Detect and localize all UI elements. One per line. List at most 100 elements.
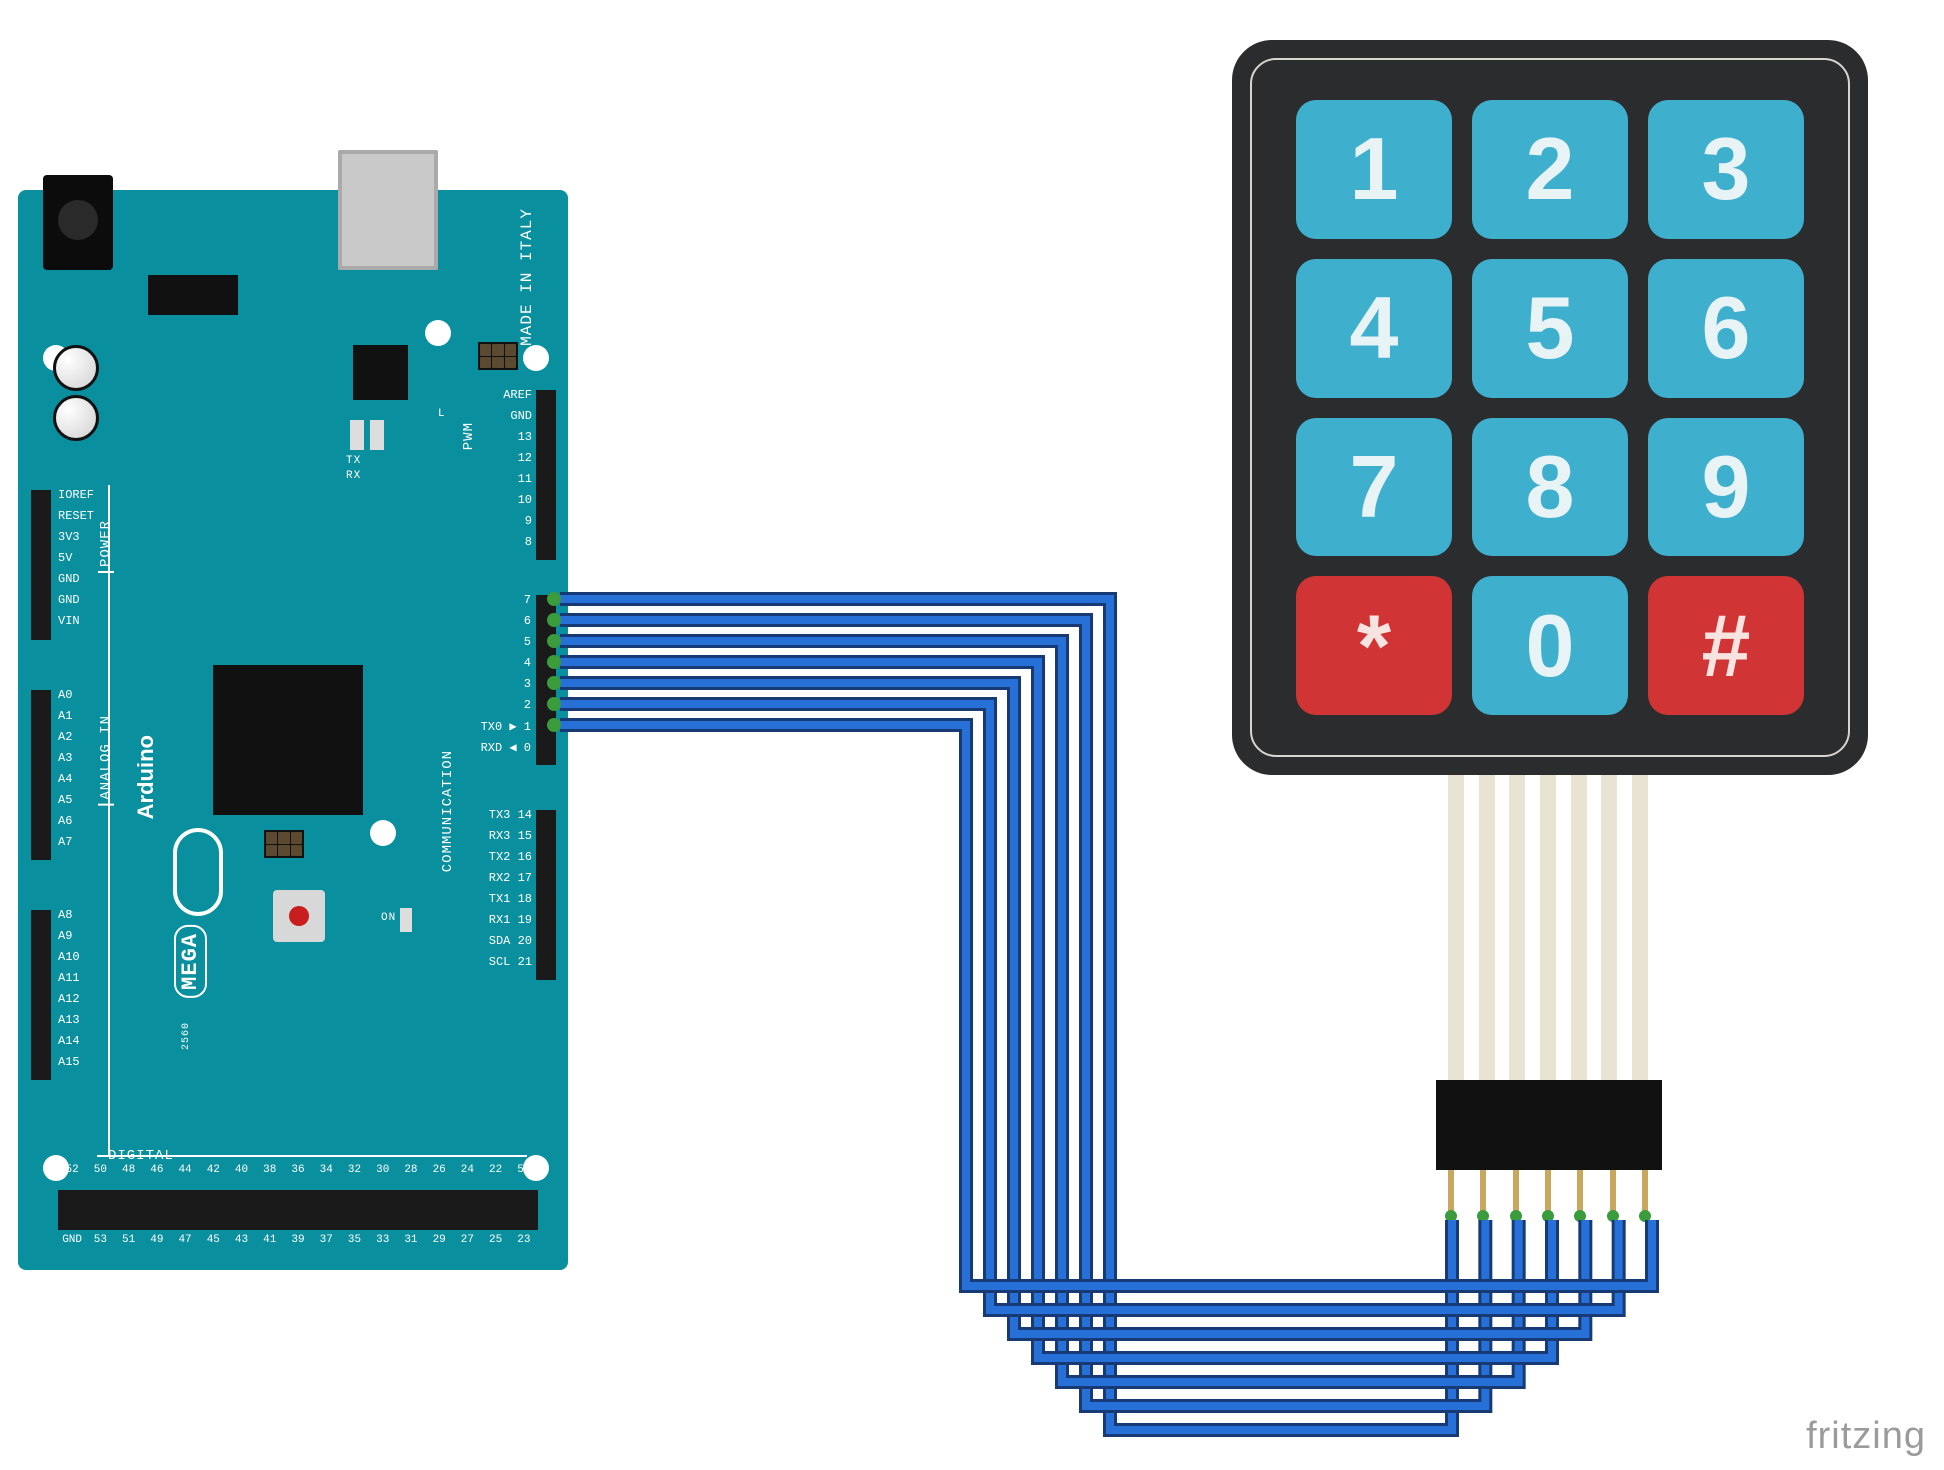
- pin-label: A15: [58, 1055, 112, 1069]
- keypad-pin-4: [1545, 1170, 1551, 1220]
- ribbon-strand: [1479, 775, 1495, 1085]
- ribbon-strand: [1540, 775, 1556, 1085]
- pin-label: 5V: [58, 551, 112, 565]
- reset-button[interactable]: [273, 890, 325, 942]
- pin-label: GND: [58, 572, 112, 586]
- pin-label: 43: [227, 1234, 255, 1246]
- pin-label: 24: [453, 1164, 481, 1176]
- atmega16u2-chip: [353, 345, 408, 400]
- keypad-pin-6: [1610, 1170, 1616, 1220]
- pin-label: TX3 14: [454, 808, 532, 822]
- arduino-logo-icon: [173, 828, 223, 916]
- icsp-header: [264, 830, 304, 858]
- pin-label: 3V3: [58, 530, 112, 544]
- pin-label: RX1 19: [454, 913, 532, 927]
- atmega2560-chip: [213, 665, 363, 815]
- keypad-key-*[interactable]: *: [1296, 576, 1452, 715]
- keypad-key-9[interactable]: 9: [1648, 418, 1804, 557]
- keypad-pin-1: [1448, 1170, 1454, 1220]
- pin-label: 30: [369, 1164, 397, 1176]
- icsp-header-2: [478, 342, 518, 370]
- rx-led: [370, 420, 384, 450]
- fritzing-credit: fritzing: [1806, 1415, 1926, 1458]
- l-led-label: L: [438, 408, 446, 420]
- keypad-key-#[interactable]: #: [1648, 576, 1804, 715]
- ribbon-strand: [1632, 775, 1648, 1085]
- ribbon-strand: [1571, 775, 1587, 1085]
- digital-bottom-header: [58, 1190, 538, 1230]
- pin-label: TX0 ▶ 1: [473, 719, 531, 734]
- pin-label: AREF: [478, 388, 532, 402]
- pin-label: 47: [171, 1234, 199, 1246]
- mount-hole: [425, 320, 451, 346]
- keypad-pin-7: [1642, 1170, 1648, 1220]
- pin-label: 52: [58, 1164, 86, 1176]
- pin-label: 51: [114, 1234, 142, 1246]
- keypad-key-6[interactable]: 6: [1648, 259, 1804, 398]
- pin-label: 49: [143, 1234, 171, 1246]
- pin-label: 40: [227, 1164, 255, 1176]
- keypad-key-8[interactable]: 8: [1472, 418, 1628, 557]
- arduino-logo-text: Arduino: [133, 735, 159, 819]
- keypad-connector: [1436, 1080, 1662, 1170]
- tx-led-label: TX: [346, 455, 361, 467]
- pin-label: 11: [478, 472, 532, 486]
- rx-led-label: RX: [346, 470, 361, 482]
- wire-pin3-kp5: [560, 683, 1585, 1334]
- tx-led: [350, 420, 364, 450]
- pin-label: 34: [312, 1164, 340, 1176]
- pin-label: SDA 20: [454, 934, 532, 948]
- pin-label: 9: [478, 514, 532, 528]
- pin-label: 13: [478, 430, 532, 444]
- pin-label: 33: [369, 1234, 397, 1246]
- keypad-pin-5: [1577, 1170, 1583, 1220]
- pin-label: A9: [58, 929, 112, 943]
- pin-label: A11: [58, 971, 112, 985]
- pin-label: 42: [199, 1164, 227, 1176]
- pin-label: RX2 17: [454, 871, 532, 885]
- pin-label: 12: [478, 451, 532, 465]
- pin-label: 36: [284, 1164, 312, 1176]
- pin-label: 29: [425, 1234, 453, 1246]
- pin-label: 41: [256, 1234, 284, 1246]
- pin-label: 25: [482, 1234, 510, 1246]
- keypad-ribbon-cable: [1448, 775, 1648, 1085]
- pin-label: 44: [171, 1164, 199, 1176]
- pin-label: A2: [58, 730, 112, 744]
- on-led: [400, 908, 412, 932]
- keypad-pin-3: [1513, 1170, 1519, 1220]
- pin-label: 23: [510, 1234, 538, 1246]
- pin-label: A5: [58, 793, 112, 807]
- pin-label: A12: [58, 992, 112, 1006]
- keypad-key-3[interactable]: 3: [1648, 100, 1804, 239]
- keypad-key-7[interactable]: 7: [1296, 418, 1452, 557]
- power-section-label: POWER: [98, 520, 114, 573]
- keypad-key-grid: 123 456 789 *0#: [1250, 58, 1850, 757]
- pin-label: GND: [478, 409, 532, 423]
- model-label: MEGA: [174, 925, 207, 998]
- keypad-key-2[interactable]: 2: [1472, 100, 1628, 239]
- made-in-label: MADE IN ITALY: [518, 208, 536, 346]
- pin-label: RESET: [58, 509, 112, 523]
- pin-label: A3: [58, 751, 112, 765]
- pin-label: 10: [478, 493, 532, 507]
- pin-label: A8: [58, 908, 112, 922]
- keypad-key-4[interactable]: 4: [1296, 259, 1452, 398]
- pin-label: A0: [58, 688, 112, 702]
- pin-label: 28: [397, 1164, 425, 1176]
- pin-label: 53: [86, 1234, 114, 1246]
- on-led-label: ON: [381, 912, 396, 924]
- keypad-key-5[interactable]: 5: [1472, 259, 1628, 398]
- pin-label: 7: [473, 593, 531, 607]
- pin-label: 39: [284, 1234, 312, 1246]
- keypad-key-1[interactable]: 1: [1296, 100, 1452, 239]
- pin-label: RXD ◀ 0: [473, 740, 531, 755]
- matrix-keypad-4x3: 123 456 789 *0#: [1232, 40, 1868, 775]
- pin-label: 8: [478, 535, 532, 549]
- keypad-connector-pins: [1448, 1170, 1648, 1220]
- keypad-key-0[interactable]: 0: [1472, 576, 1628, 715]
- analog-header-a: [31, 690, 51, 860]
- power-header: [31, 490, 51, 640]
- pin-label: 50: [86, 1164, 114, 1176]
- model-sub-label: 2560: [181, 1022, 192, 1050]
